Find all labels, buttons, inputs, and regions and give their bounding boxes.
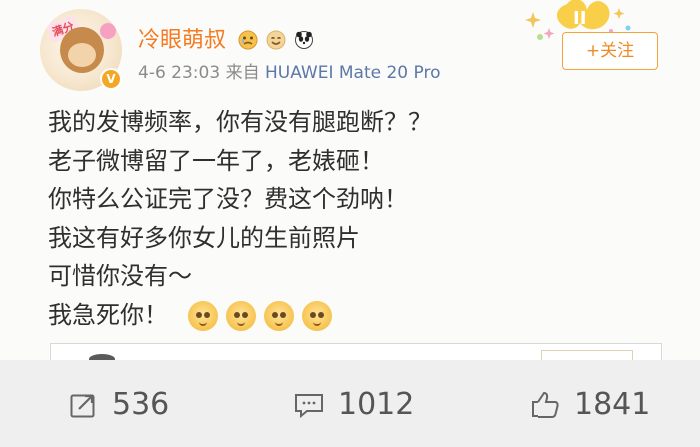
repost-button[interactable]: 536 xyxy=(66,388,169,422)
post-meta: 4-6 23:03 来自 HUAWEI Mate 20 Pro xyxy=(138,63,441,83)
like-count: 1841 xyxy=(574,387,651,422)
smiling-face-icon xyxy=(264,28,288,52)
follow-button[interactable]: +关注 xyxy=(562,32,658,70)
repost-icon xyxy=(66,388,100,422)
embedded-card-preview[interactable] xyxy=(50,343,662,364)
comment-button[interactable]: 1012 xyxy=(292,388,414,422)
post-line-with-emoji: 我急死你！ xyxy=(48,296,648,335)
crying-face-icon xyxy=(236,28,260,52)
comment-icon xyxy=(292,388,326,422)
weibo-post-card: 满分 V 冷眼萌叔 4-6 23:03 来自 HUAWEI Mate 20 Pr… xyxy=(0,0,700,364)
sweat-face-icon xyxy=(263,300,294,331)
post-line: 你特么公证完了没？费这个劲呐！ xyxy=(48,185,408,213)
action-bar: 536 1012 1841 xyxy=(0,360,700,447)
username-badges xyxy=(236,28,316,52)
svg-text:II: II xyxy=(573,8,586,29)
post-line: 我急死你！ xyxy=(48,300,168,329)
avatar-decoration-icon xyxy=(100,23,116,39)
emoji-row xyxy=(187,300,332,331)
post-time: 4-6 23:03 xyxy=(138,63,221,83)
panda-icon xyxy=(292,28,316,52)
like-button[interactable]: 1841 xyxy=(528,388,650,422)
sweat-face-icon xyxy=(301,300,332,331)
post-line: 可惜你没有～ xyxy=(48,262,192,290)
thumbs-up-icon xyxy=(528,388,562,422)
comment-count: 1012 xyxy=(338,387,415,422)
post-line: 老子微博留了一年了，老婊砸！ xyxy=(48,146,384,175)
verified-badge-icon: V xyxy=(100,68,122,90)
post-source-device[interactable]: HUAWEI Mate 20 Pro xyxy=(265,63,441,83)
post-line: 我这有好多你女儿的生前照片 xyxy=(48,223,360,252)
repost-count: 536 xyxy=(112,387,170,422)
post-content: 我的发博频率，你有没有腿跑断？？ 老子微博留了一年了，老婊砸！ 你特么公证完了没… xyxy=(48,103,648,334)
sweat-face-icon xyxy=(187,300,218,331)
avatar-face-icon xyxy=(60,27,104,73)
sweat-face-icon xyxy=(225,300,256,331)
username[interactable]: 冷眼萌叔 xyxy=(138,28,226,54)
post-source-prefix: 来自 xyxy=(225,63,260,83)
post-line: 我的发博频率，你有没有腿跑断？？ xyxy=(48,108,432,136)
